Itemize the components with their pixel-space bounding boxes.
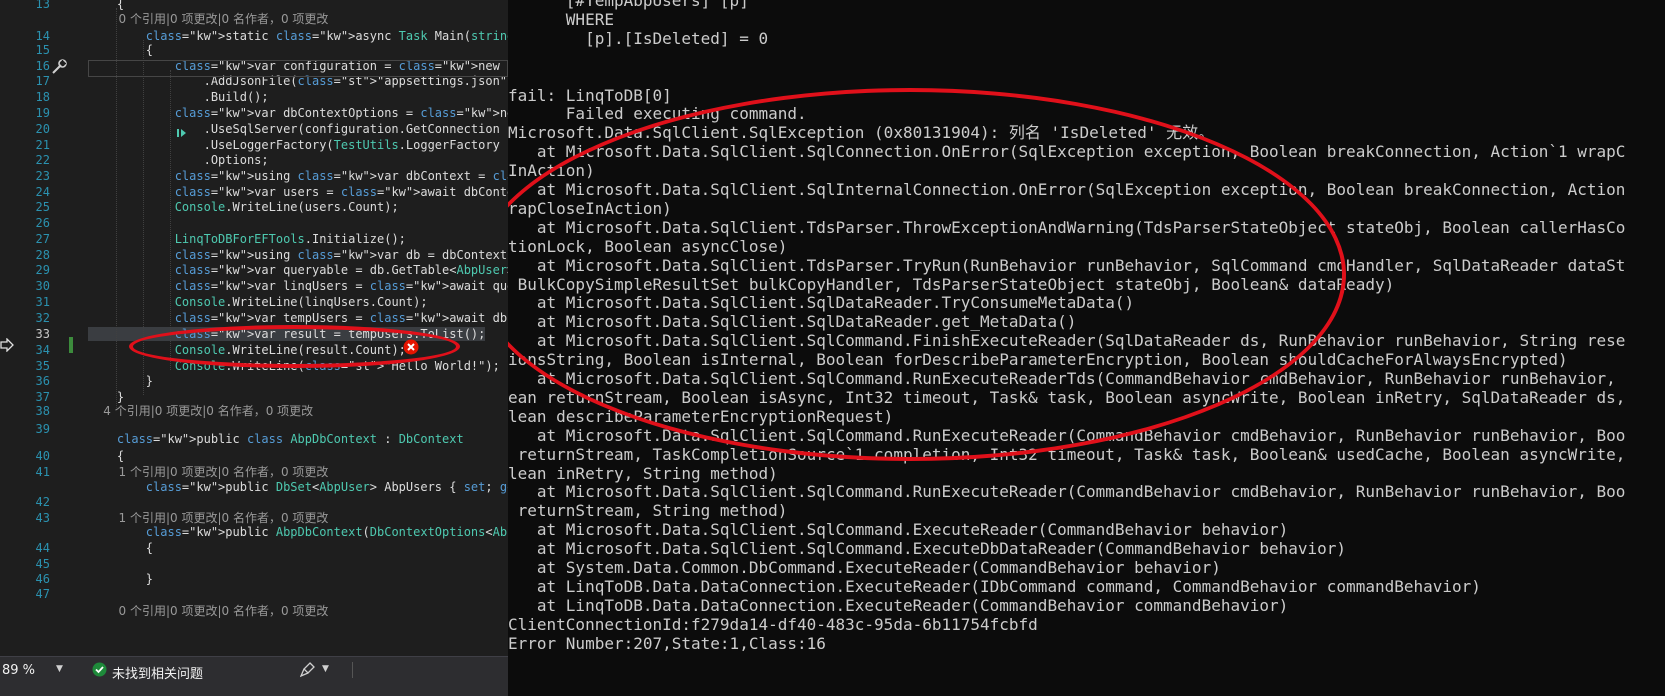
console-line: at LinqToDB.Data.DataConnection.ExecuteR…	[508, 595, 1289, 615]
code-line: class="kw">var users = class="kw">await …	[174, 185, 508, 199]
code-line: LinqToDBForEFTools.Initialize();	[174, 232, 406, 246]
console-line: returnStream, TaskCompletionSource`1 com…	[508, 444, 1626, 464]
editor-status-bar: 89 % ▼ 未找到相关问题 ▼	[0, 656, 508, 696]
zoom-level[interactable]: 89 %	[2, 663, 35, 678]
codelens-reference-info[interactable]: 1 个引用|0 项更改|0 名作者，0 项更改	[88, 465, 329, 479]
console-line: lean inRetry, String method)	[508, 463, 778, 483]
cleanup-brush-icon[interactable]	[299, 662, 316, 678]
code-area[interactable]: { 0 个引用|0 项更改|0 名作者，0 项更改 class="kw">sta…	[0, 0, 508, 656]
code-line: class="kw">using class="kw">var dbContex…	[174, 169, 508, 183]
change-marker	[69, 337, 73, 353]
console-line: returnStream, String method)	[508, 501, 788, 521]
current-line-highlight	[88, 60, 508, 77]
console-line: ean returnStream, Boolean isAsync, Int32…	[508, 387, 1626, 407]
chevron-down-icon[interactable]: ▼	[56, 664, 63, 674]
code-line: class="kw">var queryable = db.GetTable<A…	[174, 263, 508, 277]
code-line: {	[88, 0, 125, 11]
code-line: class="kw">var linqUsers = class="kw">aw…	[174, 279, 508, 293]
console-line: Microsoft.Data.SqlClient.SqlException (0…	[508, 123, 1215, 143]
console-line: Error Number:207,State:1,Class:16	[508, 633, 826, 653]
console-window[interactable]: [#TempAbpUsers] [p] WHERE [p].[IsDeleted…	[508, 0, 1665, 696]
console-line: ClientConnectionId:f279da14-df40-483c-95…	[508, 614, 1038, 634]
console-line: tionLock, Boolean asyncClose)	[508, 236, 788, 256]
console-line: at Microsoft.Data.SqlClient.SqlCommand.F…	[508, 331, 1626, 351]
codelens-reference-info[interactable]: 0 个引用|0 项更改|0 名作者，0 项更改	[88, 12, 329, 26]
console-line: at Microsoft.Data.SqlClient.SqlCommand.E…	[508, 520, 1289, 540]
code-line: Console.WriteLine(users.Count);	[174, 200, 399, 214]
code-line: }	[88, 572, 154, 586]
console-line: at Microsoft.Data.SqlClient.SqlInternalC…	[508, 180, 1626, 199]
console-line: BulkCopySimpleResultSet bulkCopyHandler,…	[508, 274, 1395, 294]
code-editor[interactable]: 13 14 15 16 17 18 19 20 21 22 23 24 25 26 27 28 29 30 31 32…	[0, 0, 508, 696]
code-line: {	[88, 449, 125, 463]
console-line: at Microsoft.Data.SqlClient.SqlCommand.R…	[508, 482, 1626, 502]
code-line: class="kw">var result = tempUsers.ToList…	[88, 327, 486, 341]
console-line: InAction)	[508, 161, 595, 181]
console-line: at Microsoft.Data.SqlClient.SqlCommand.R…	[508, 369, 1616, 388]
issues-status-text[interactable]: 未找到相关问题	[112, 663, 203, 682]
console-line: WHERE	[508, 9, 614, 29]
console-line: rapCloseInAction)	[508, 198, 672, 218]
status-divider	[352, 662, 353, 678]
quick-actions-icon[interactable]	[50, 58, 68, 76]
console-line: at Microsoft.Data.SqlClient.SqlCommand.R…	[508, 425, 1626, 445]
current-statement-arrow-icon	[0, 337, 14, 353]
console-line: fail: LinqToDB[0]	[508, 85, 672, 105]
console-line: [p].[IsDeleted] = 0	[508, 28, 769, 48]
code-line: class="kw">var dbContextOptions = class=…	[174, 106, 508, 120]
console-line: at System.Data.Common.DbCommand.ExecuteR…	[508, 558, 1221, 577]
console-line: ionsString, Boolean isInternal, Boolean …	[508, 350, 1568, 370]
code-line: .UseSqlServer(configuration.GetConnectio…	[88, 122, 500, 136]
code-line: class="kw">public DbSet<AbpUser> AbpUser…	[145, 480, 508, 494]
chevron-down-icon[interactable]: ▼	[322, 664, 329, 674]
console-line: at Microsoft.Data.SqlClient.TdsParser.Th…	[508, 217, 1626, 237]
code-line: .UseLoggerFactory(TestUtils.LoggerFactor…	[88, 138, 500, 152]
indent-guide	[170, 70, 171, 370]
console-line: [#TempAbpUsers] [p]	[508, 0, 749, 10]
error-icon	[403, 339, 419, 355]
console-line: at Microsoft.Data.SqlClient.TdsParser.Tr…	[508, 255, 1626, 275]
code-line: Console.WriteLine(result.Count);	[174, 343, 406, 357]
issues-ok-icon	[92, 662, 107, 677]
console-line: at Microsoft.Data.SqlClient.SqlConnectio…	[508, 142, 1626, 162]
code-line: class="kw">static class="kw">async Task …	[145, 29, 508, 43]
code-line: Console.WriteLine(linqUsers.Count);	[174, 295, 428, 309]
code-line: Console.WriteLine(class="st">"Hello Worl…	[174, 359, 500, 373]
console-line: at Microsoft.Data.SqlClient.SqlDataReade…	[508, 312, 1077, 332]
code-line: }	[88, 390, 125, 404]
codelens-reference-info[interactable]: 0 个引用|0 项更改|0 名作者，0 项更改	[88, 604, 329, 618]
console-line: at Microsoft.Data.SqlClient.SqlCommand.E…	[508, 539, 1347, 559]
run-to-cursor-icon[interactable]	[176, 126, 188, 138]
console-line: Failed executing command.	[508, 104, 807, 124]
console-line: lean describeParameterEncryptionRequest)	[508, 406, 894, 426]
code-line: class="kw">public class AbpDbContext : D…	[116, 432, 464, 446]
code-line: class="kw">public AbpDbContext(DbContext…	[145, 525, 508, 539]
code-line: {	[88, 541, 154, 555]
console-line: at LinqToDB.Data.DataConnection.ExecuteR…	[508, 576, 1481, 596]
codelens-reference-info[interactable]: 4 个引用|0 项更改|0 名作者，0 项更改	[88, 404, 313, 418]
indent-guide	[143, 40, 144, 395]
code-line: class="kw">var tempUsers = class="kw">aw…	[174, 311, 508, 325]
codelens-reference-info[interactable]: 1 个引用|0 项更改|0 名作者，0 项更改	[88, 511, 329, 525]
console-line: at Microsoft.Data.SqlClient.SqlDataReade…	[508, 293, 1135, 313]
code-line: class="kw">using class="kw">var db = dbC…	[174, 248, 508, 262]
